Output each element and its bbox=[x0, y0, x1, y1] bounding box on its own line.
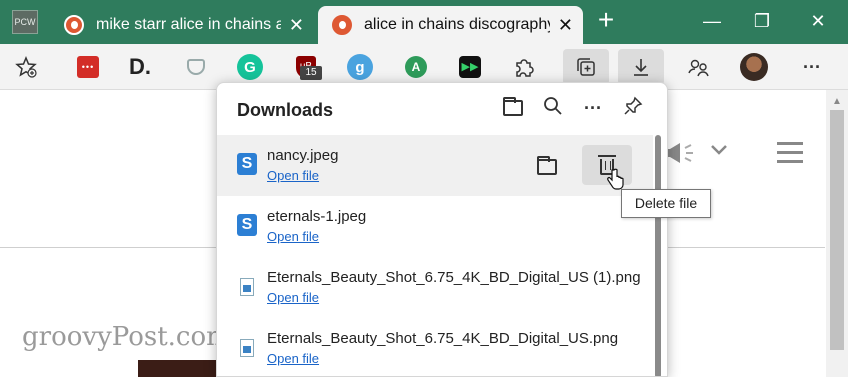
tab-close-button[interactable]: ✕ bbox=[558, 15, 573, 36]
file-name: eternals-1.jpeg bbox=[267, 208, 367, 225]
grammarly-icon[interactable]: G bbox=[236, 53, 264, 81]
a-extension-icon[interactable]: A bbox=[402, 53, 430, 81]
file-name: Eternals_Beauty_Shot_6.75_4K_BD_Digital_… bbox=[267, 330, 619, 347]
snagit-icon: S bbox=[237, 214, 257, 236]
play-extension-label: ▶▶ bbox=[459, 56, 481, 78]
hamburger-menu-icon[interactable] bbox=[777, 142, 803, 164]
page-scrollbar[interactable]: ▲ bbox=[826, 90, 848, 377]
new-tab-button[interactable]: + bbox=[592, 6, 620, 34]
downloads-title: Downloads bbox=[237, 100, 334, 120]
scroll-up-arrow-icon[interactable]: ▲ bbox=[832, 96, 842, 107]
d-extension-label: D. bbox=[129, 54, 151, 79]
delete-file-tooltip: Delete file bbox=[621, 189, 711, 218]
search-icon[interactable] bbox=[541, 96, 565, 120]
play-extension-icon[interactable]: ▶▶ bbox=[456, 53, 484, 81]
d-extension-icon[interactable]: D. bbox=[126, 53, 154, 81]
download-item[interactable]: Eternals_Beauty_Shot_6.75_4K_BD_Digital_… bbox=[217, 257, 653, 318]
downloads-panel: Downloads ··· S nancy.jpeg Open file S e… bbox=[216, 82, 668, 377]
download-item[interactable]: S nancy.jpeg Open file bbox=[217, 135, 653, 196]
tab-title: alice in chains discography bbox=[364, 16, 550, 33]
file-name: nancy.jpeg bbox=[267, 147, 339, 164]
downloads-scrollbar[interactable] bbox=[653, 135, 663, 376]
download-item[interactable]: S eternals-1.jpeg Open file bbox=[217, 196, 653, 257]
add-favorite-icon[interactable] bbox=[12, 53, 40, 81]
g-extension-icon[interactable]: g bbox=[346, 53, 374, 81]
chevron-down-icon[interactable] bbox=[708, 138, 730, 167]
open-downloads-folder-icon[interactable] bbox=[501, 96, 525, 120]
collections-icon[interactable] bbox=[563, 49, 609, 85]
title-bar: PCW mike starr alice in chains at ✕ alic… bbox=[0, 0, 848, 44]
restore-button[interactable]: ❐ bbox=[750, 9, 774, 33]
tab-title: mike starr alice in chains at bbox=[96, 16, 281, 33]
profile-avatar[interactable] bbox=[740, 53, 768, 81]
ublock-badge: 15 bbox=[300, 66, 322, 80]
minimize-button[interactable]: — bbox=[700, 9, 724, 33]
duckduckgo-icon bbox=[332, 15, 352, 35]
tab-alice-in-chains-discography[interactable]: alice in chains discography ✕ bbox=[318, 6, 583, 44]
snagit-icon: S bbox=[237, 153, 257, 175]
pin-icon[interactable] bbox=[621, 96, 645, 120]
duckduckgo-icon bbox=[64, 15, 84, 35]
pocket-icon[interactable] bbox=[182, 53, 210, 81]
g-extension-label: g bbox=[347, 54, 373, 80]
workspace-icon[interactable]: PCW bbox=[12, 10, 38, 34]
page-image bbox=[138, 360, 218, 377]
downloads-icon[interactable] bbox=[618, 49, 664, 85]
tab-mike-starr[interactable]: mike starr alice in chains at ✕ bbox=[50, 6, 314, 44]
a-extension-label: A bbox=[405, 56, 427, 78]
image-file-icon bbox=[240, 339, 254, 357]
lastpass-label: ••• bbox=[77, 56, 99, 78]
extensions-icon[interactable] bbox=[510, 53, 538, 81]
grammarly-label: G bbox=[237, 54, 263, 80]
image-file-icon bbox=[240, 278, 254, 296]
more-options-icon[interactable]: ··· bbox=[581, 96, 605, 120]
download-item[interactable]: Eternals_Beauty_Shot_6.75_4K_BD_Digital_… bbox=[217, 318, 653, 376]
downloads-list: S nancy.jpeg Open file S eternals-1.jpeg… bbox=[217, 135, 653, 376]
show-in-folder-icon[interactable] bbox=[535, 155, 559, 177]
open-file-link[interactable]: Open file bbox=[267, 290, 319, 305]
open-file-link[interactable]: Open file bbox=[267, 168, 319, 183]
open-file-link[interactable]: Open file bbox=[267, 229, 319, 244]
profile-sync-icon[interactable] bbox=[684, 53, 712, 81]
lastpass-icon[interactable]: ••• bbox=[74, 53, 102, 81]
site-logo[interactable]: groovyPost.com bbox=[22, 322, 231, 352]
open-file-link[interactable]: Open file bbox=[267, 351, 319, 366]
file-name: Eternals_Beauty_Shot_6.75_4K_BD_Digital_… bbox=[267, 269, 641, 286]
downloads-header: Downloads ··· bbox=[217, 83, 667, 135]
close-window-button[interactable]: ✕ bbox=[806, 9, 830, 33]
more-menu-icon[interactable]: ··· bbox=[798, 53, 826, 81]
page-scrollbar-thumb[interactable] bbox=[830, 110, 844, 350]
tab-close-button[interactable]: ✕ bbox=[289, 15, 304, 36]
downloads-scrollbar-thumb[interactable] bbox=[655, 135, 661, 376]
